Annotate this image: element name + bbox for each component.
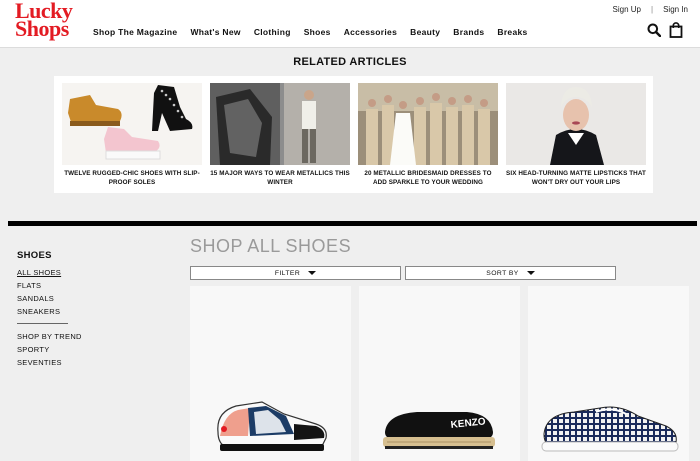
product-card[interactable] xyxy=(190,286,351,461)
sort-label: SORT BY xyxy=(486,269,519,277)
shopping-bag-icon[interactable] xyxy=(668,22,684,38)
product-card[interactable]: KENZO xyxy=(359,286,520,461)
link-separator: | xyxy=(651,5,654,14)
nav-beauty[interactable]: Beauty xyxy=(410,27,440,37)
sidebar-heading: SHOES xyxy=(17,250,52,261)
nav-accessories[interactable]: Accessories xyxy=(344,27,397,37)
main-nav: Shop The Magazine What's New Clothing Sh… xyxy=(93,27,541,37)
section-divider xyxy=(8,221,697,226)
product-card[interactable] xyxy=(528,286,689,461)
sidebar-item-all-shoes[interactable]: ALL SHOES xyxy=(17,266,82,279)
site-header: Lucky Shops Shop The Magazine What's New… xyxy=(0,0,700,48)
article-card[interactable]: 20 METALLIC BRIDESMAID DRESSES TO ADD SP… xyxy=(358,83,498,193)
article-image-metallics xyxy=(210,83,350,165)
article-card[interactable]: 15 MAJOR WAYS TO WEAR METALLICS THIS WIN… xyxy=(210,83,350,193)
nav-whats-new[interactable]: What's New xyxy=(190,27,240,37)
article-image-shoes xyxy=(62,83,202,165)
product-image-black-espadrille: KENZO xyxy=(383,412,495,449)
article-caption: 20 METALLIC BRIDESMAID DRESSES TO ADD SP… xyxy=(364,170,492,186)
header-icons xyxy=(640,22,684,38)
article-caption: SIX HEAD-TURNING MATTE LIPSTICKS THAT WO… xyxy=(506,170,646,186)
sidebar-divider xyxy=(17,323,68,324)
product-image-patterned-sneaker xyxy=(217,401,327,451)
sidebar-item-sandals[interactable]: SANDALS xyxy=(17,292,82,305)
category-sidebar: ALL SHOES FLATS SANDALS SNEAKERS SHOP BY… xyxy=(17,266,82,369)
nav-clothing[interactable]: Clothing xyxy=(254,27,291,37)
sidebar-item-seventies[interactable]: SEVENTIES xyxy=(17,356,82,369)
article-caption: 15 MAJOR WAYS TO WEAR METALLICS THIS WIN… xyxy=(210,170,350,186)
article-caption: TWELVE RUGGED-CHIC SHOES WITH SLIP-PROOF… xyxy=(64,170,200,186)
sidebar-item-sporty[interactable]: SPORTY xyxy=(17,343,82,356)
sidebar-item-flats[interactable]: FLATS xyxy=(17,279,82,292)
page-title: SHOP ALL SHOES xyxy=(190,236,352,256)
nav-breaks[interactable]: Breaks xyxy=(497,27,527,37)
article-card[interactable]: SIX HEAD-TURNING MATTE LIPSTICKS THAT WO… xyxy=(506,83,646,193)
article-image-lipstick xyxy=(506,83,646,165)
sort-dropdown[interactable]: SORT BY xyxy=(405,266,616,280)
nav-shop-the-magazine[interactable]: Shop The Magazine xyxy=(93,27,177,37)
article-card[interactable]: TWELVE RUGGED-CHIC SHOES WITH SLIP-PROOF… xyxy=(62,83,202,193)
sign-in-link[interactable]: Sign In xyxy=(663,5,688,14)
chevron-down-icon xyxy=(308,271,317,275)
logo[interactable]: Lucky Shops xyxy=(15,0,81,40)
related-articles-title: RELATED ARTICLES xyxy=(293,56,407,68)
sidebar-item-sneakers[interactable]: SNEAKERS xyxy=(17,305,82,318)
chevron-down-icon xyxy=(526,271,535,275)
filter-label: FILTER xyxy=(274,269,301,277)
sign-up-link[interactable]: Sign Up xyxy=(613,5,641,14)
product-grid: KENZO xyxy=(190,286,689,461)
nav-shoes[interactable]: Shoes xyxy=(304,27,331,37)
nav-brands[interactable]: Brands xyxy=(453,27,484,37)
article-image-bridesmaids xyxy=(358,83,498,165)
account-links: Sign Up | Sign In xyxy=(613,5,688,14)
sidebar-item-shop-by-trend[interactable]: SHOP BY TREND xyxy=(17,330,82,343)
filter-dropdown[interactable]: FILTER xyxy=(190,266,401,280)
related-articles: TWELVE RUGGED-CHIC SHOES WITH SLIP-PROOF… xyxy=(54,76,653,193)
search-icon[interactable] xyxy=(646,22,662,38)
product-image-geometric-sneaker xyxy=(541,406,679,452)
